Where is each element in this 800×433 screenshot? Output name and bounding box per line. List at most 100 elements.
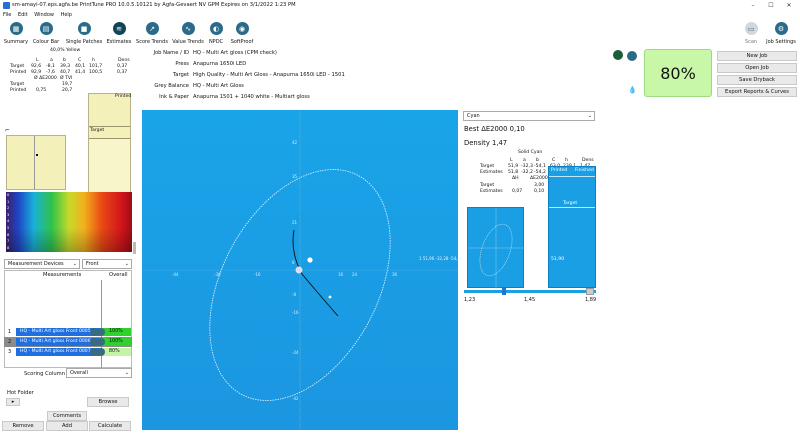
- cell: 19,7: [62, 82, 73, 87]
- rp-hdr: Dens: [582, 158, 594, 163]
- save-dryback-button[interactable]: Save Dryback: [717, 75, 797, 85]
- plot-x-tick: -44: [172, 272, 179, 277]
- cell: 20,7: [62, 88, 73, 93]
- side-select[interactable]: Front ⌄: [82, 259, 132, 269]
- ink-paper-label: Ink & Paper: [159, 94, 189, 100]
- overall-cell: 80%: [97, 348, 131, 356]
- rp-cell: -32,2: [521, 170, 533, 175]
- hdr-b: b: [63, 58, 66, 63]
- hdr-dens: Dens: [118, 58, 130, 63]
- row-name-cell: HQ - Multi Art gloss Front 0005: [16, 328, 100, 336]
- toolbar: ▦ Summary ▤ Colour Bar ■ Single Patches ≋ Es…: [0, 20, 800, 47]
- plot-y-tick: -16: [292, 310, 299, 315]
- rp-hdr: a: [523, 158, 526, 163]
- comments-button[interactable]: Comments: [47, 411, 87, 421]
- col-overall: Overall: [109, 272, 128, 278]
- row-name: HQ - Multi Art gloss Front 0006: [20, 339, 91, 344]
- rp-cell: 0,10: [534, 189, 545, 194]
- spectrum-tick: 1: [7, 199, 10, 204]
- density-slider-handle[interactable]: [502, 288, 506, 295]
- channel-select[interactable]: Cyan ⌄: [463, 111, 595, 121]
- cell: 100,5: [89, 70, 103, 75]
- toolbar-job-settings-button[interactable]: ⚙ Job Settings: [764, 22, 798, 45]
- colour-bar-icon: ▤: [39, 22, 53, 35]
- hdr-h: h: [92, 58, 95, 63]
- calculate-button[interactable]: Calculate: [89, 421, 131, 431]
- score-icon[interactable]: [97, 338, 105, 346]
- score-icon[interactable]: [97, 328, 105, 336]
- plot-x-tick: 24: [352, 272, 358, 277]
- toolbar-value-trends-button[interactable]: ∿ Value Trends: [171, 22, 205, 45]
- menu-edit[interactable]: Edit: [18, 12, 28, 18]
- toolbar-summary-button[interactable]: ▦ Summary: [2, 22, 30, 45]
- cell: 101,7: [89, 64, 103, 69]
- measurement-row[interactable]: 2 HQ - Multi Art gloss Front 0006 100%: [4, 337, 132, 347]
- export-reports-button[interactable]: Export Reports & Curves: [717, 87, 797, 97]
- col-measurements: Measurements: [43, 272, 82, 278]
- softproof-icon: ◉: [235, 22, 249, 35]
- scoring-column-value: Overall: [70, 370, 88, 376]
- scoring-column-select[interactable]: Overall ⌄: [66, 368, 132, 378]
- plot-y-tick: 35: [292, 174, 298, 179]
- rp-hdr: C: [552, 158, 556, 163]
- plot-y-tick: -42: [292, 396, 299, 401]
- single-patches-icon: ■: [77, 22, 91, 35]
- remove-button[interactable]: Remove: [2, 421, 44, 431]
- density-slider-track[interactable]: [464, 290, 596, 293]
- toolbar-scan-button[interactable]: ▭ Scan: [741, 22, 761, 45]
- density-slider-end[interactable]: [586, 288, 594, 295]
- target-label: Target: [172, 72, 189, 78]
- hot-folder-label: Hot Folder: [7, 390, 34, 396]
- slider-max: 1,89: [585, 297, 597, 303]
- spectrum-tick: 4: [7, 219, 10, 224]
- maximize-button[interactable]: ☐: [762, 0, 780, 11]
- add-button[interactable]: Add: [46, 421, 88, 431]
- row-target-label: Target: [10, 64, 25, 69]
- mini-top-line: [549, 176, 595, 177]
- score-icon[interactable]: [97, 348, 105, 356]
- toolbar-softproof-button[interactable]: ◉ SoftProof: [228, 22, 256, 45]
- measurement-row[interactable]: 1 HQ - Multi Art gloss Front 0005 100%: [4, 327, 132, 337]
- de-row-target-label: Target: [10, 82, 25, 87]
- row-name-cell: HQ - Multi Art gloss Front 0007: [16, 348, 100, 356]
- report-icon[interactable]: [627, 51, 637, 61]
- target-value: High Quality - Multi Art Gloss - Anapurn…: [193, 72, 345, 78]
- panel-scrollbar[interactable]: [133, 242, 136, 254]
- open-job-button[interactable]: Open Job: [717, 63, 797, 73]
- new-job-button[interactable]: New Job: [717, 51, 797, 61]
- globe-icon[interactable]: [613, 50, 623, 60]
- menu-window[interactable]: Window: [34, 12, 54, 18]
- menu-bar: File Edit Window Help: [0, 11, 800, 20]
- browse-button[interactable]: Browse: [87, 397, 129, 407]
- toolbar-single-patches-button[interactable]: ■ Single Patches: [64, 22, 104, 45]
- rp-de-hdr: ΔE2000: [530, 176, 548, 181]
- rp-cell: -54,1: [534, 164, 546, 169]
- spectrum-tick: 0: [7, 193, 10, 197]
- row-name: HQ - Multi Art gloss Front 0005: [20, 329, 91, 334]
- color-space-plot[interactable]: -44 -36 -16 16 24 36 42 35 21 8 -8 -16 -24 -42 1 51,…: [142, 110, 463, 430]
- spectrum-tick: 8: [7, 245, 10, 250]
- divider: [34, 136, 35, 189]
- plot-x-tick: 36: [392, 272, 398, 277]
- row-number: 1: [8, 329, 12, 335]
- de-row-printed-label: Printed: [10, 88, 27, 93]
- toolbar-colour-bar-button[interactable]: ▤ Colour Bar: [31, 22, 61, 45]
- toolbar-score-trends-button[interactable]: ↗ Score Trends: [134, 22, 170, 45]
- cell: -8,1: [46, 64, 55, 69]
- menu-file[interactable]: File: [3, 12, 11, 18]
- plot-x-tick: 16: [338, 272, 344, 277]
- toolbar-npdc-button[interactable]: ◐ NPDC: [206, 22, 226, 45]
- cell: 0,37: [117, 70, 128, 75]
- score-trends-icon: ↗: [145, 22, 159, 35]
- measurement-devices-select[interactable]: Measurement Devices ⌄: [4, 259, 80, 269]
- menu-help[interactable]: Help: [61, 12, 72, 18]
- toolbar-estimates-button[interactable]: ≋ Estimates: [105, 22, 133, 45]
- row-printed-label: Printed: [10, 70, 27, 75]
- minimize-button[interactable]: –: [744, 0, 762, 11]
- close-button[interactable]: ✕: [780, 0, 798, 11]
- rp-cell: 0,07: [512, 189, 523, 194]
- chevron-down-icon: ⌄: [587, 113, 592, 119]
- measurement-row[interactable]: 3 HQ - Multi Art gloss Front 0007 80%: [4, 347, 132, 357]
- hot-folder-toggle[interactable]: ▸: [6, 398, 20, 406]
- patch-chart-left: [6, 135, 66, 190]
